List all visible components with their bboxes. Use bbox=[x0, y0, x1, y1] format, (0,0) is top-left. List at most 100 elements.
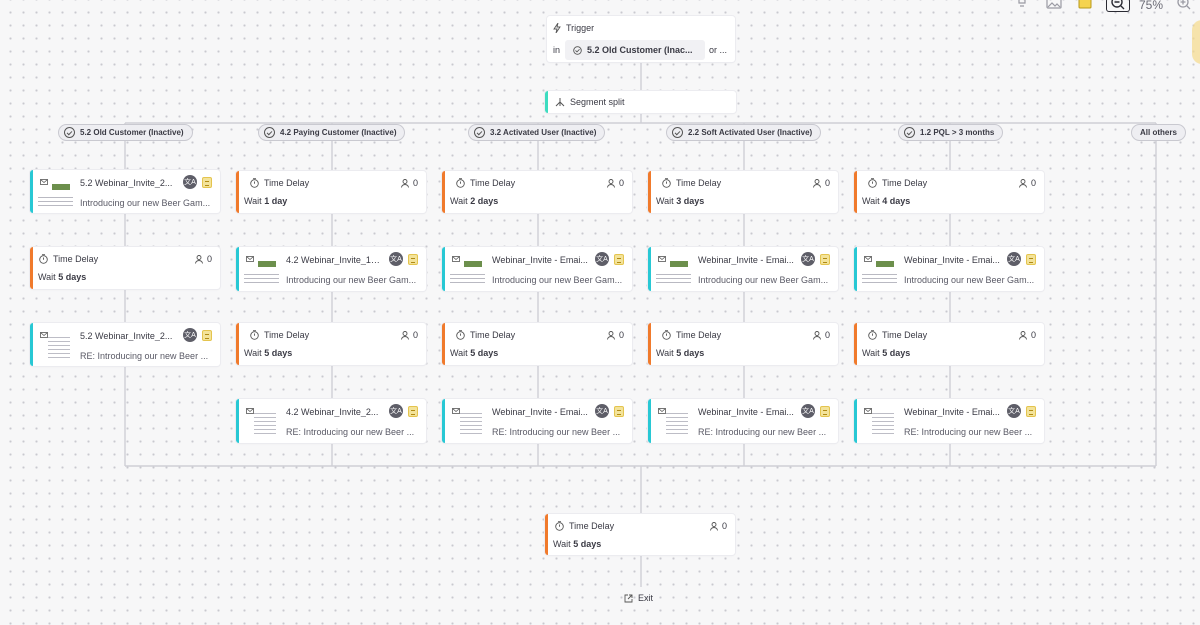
document-icon[interactable] bbox=[1026, 254, 1036, 265]
delay-title: Time Delay bbox=[53, 254, 99, 264]
zoom-out-button[interactable] bbox=[1106, 0, 1130, 12]
branch-pill-activated-user[interactable]: 3.2 Activated User (Inactive) bbox=[468, 124, 606, 141]
document-icon[interactable] bbox=[1026, 406, 1036, 417]
email-node[interactable]: 5.2 Webinar_Invite_2... RE: Introducing … bbox=[30, 323, 220, 366]
translate-icon[interactable]: 文A bbox=[389, 252, 403, 266]
segment-split-node[interactable]: Segment split bbox=[545, 91, 736, 113]
segment-icon bbox=[904, 127, 915, 138]
zoom-in-icon[interactable] bbox=[1176, 0, 1192, 11]
email-subject: RE: Introducing our new Beer ... bbox=[492, 427, 621, 437]
document-icon[interactable] bbox=[408, 254, 418, 265]
delay-header: Time Delay bbox=[39, 254, 98, 264]
document-icon[interactable] bbox=[614, 406, 624, 417]
branch-label: 2.2 Soft Activated User (Inactive) bbox=[688, 128, 813, 137]
trigger-node[interactable]: Trigger in 5.2 Old Customer (Inac... or … bbox=[547, 16, 735, 62]
translate-icon[interactable]: 文A bbox=[183, 328, 197, 342]
delay-value: 4 days bbox=[882, 196, 911, 206]
translate-icon[interactable]: 文A bbox=[1007, 252, 1021, 266]
time-delay-node[interactable]: Time Delay Wait 5 days 0 bbox=[236, 323, 426, 365]
document-icon[interactable] bbox=[614, 254, 624, 265]
time-delay-node[interactable]: Time Delay Wait 5 days 0 bbox=[30, 247, 220, 289]
email-node[interactable]: Webinar_Invite - Emai... Introducing our… bbox=[442, 247, 632, 291]
clock-icon bbox=[250, 178, 259, 188]
branch-pill-all-others[interactable]: All others bbox=[1131, 124, 1186, 141]
segment-icon bbox=[672, 127, 683, 138]
time-delay-node[interactable]: Time Delay Wait 1 day 0 bbox=[236, 171, 426, 213]
sticky-note-icon[interactable] bbox=[1078, 0, 1094, 10]
branch-pill-old-customer[interactable]: 5.2 Old Customer (Inactive) bbox=[58, 124, 193, 141]
delay-title: Time Delay bbox=[470, 330, 516, 340]
time-delay-node[interactable]: Time Delay Wait 5 days 0 bbox=[648, 323, 838, 365]
email-icon bbox=[452, 408, 460, 414]
person-icon bbox=[710, 521, 718, 531]
branch-pill-paying-customer[interactable]: 4.2 Paying Customer (Inactive) bbox=[258, 124, 406, 141]
split-icon bbox=[555, 97, 565, 106]
branch-pill-pql[interactable]: 1.2 PQL > 3 months bbox=[898, 124, 1004, 141]
email-subject: Introducing our new Beer Gam... bbox=[492, 275, 623, 285]
email-node[interactable]: 5.2 Webinar_Invite_2... Introducing our … bbox=[30, 170, 220, 213]
workflow-canvas[interactable]: 75% Trigger in 5.2 Old Customer (Inac...… bbox=[0, 0, 1200, 625]
contact-count: 0 bbox=[721, 521, 727, 531]
exit-node[interactable]: Exit bbox=[624, 593, 653, 603]
trigger-segment-chip[interactable]: 5.2 Old Customer (Inac... bbox=[565, 40, 705, 60]
email-icon bbox=[864, 408, 872, 414]
email-subject: Introducing our new Beer Gam... bbox=[80, 198, 211, 208]
email-node[interactable]: 4.2 Webinar_Invite_1_... Introducing our… bbox=[236, 247, 426, 291]
trigger-or-more[interactable]: or ... bbox=[709, 45, 727, 55]
translate-icon[interactable]: 文A bbox=[183, 175, 197, 189]
bulb-icon[interactable] bbox=[1015, 0, 1031, 11]
person-icon bbox=[401, 178, 409, 188]
wait-word: Wait bbox=[450, 348, 468, 358]
final-time-delay-node[interactable]: Time Delay Wait 5 days 0 bbox=[545, 514, 735, 555]
delay-wait: Wait 1 day bbox=[244, 196, 287, 206]
email-node[interactable]: 4.2 Webinar_Invite_2... RE: Introducing … bbox=[236, 399, 426, 443]
document-icon[interactable] bbox=[408, 406, 418, 417]
email-subject: RE: Introducing our new Beer ... bbox=[80, 351, 209, 361]
email-node[interactable]: Webinar_Invite - Emai... RE: Introducing… bbox=[854, 399, 1044, 443]
translate-icon[interactable]: 文A bbox=[801, 404, 815, 418]
side-panel-handle[interactable] bbox=[1192, 20, 1200, 64]
delay-title: Time Delay bbox=[569, 521, 615, 531]
time-delay-node[interactable]: Time Delay Wait 5 days 0 bbox=[442, 323, 632, 365]
delay-value: 3 days bbox=[676, 196, 705, 206]
branch-label: All others bbox=[1140, 128, 1177, 137]
time-delay-node[interactable]: Time Delay Wait 4 days 0 bbox=[854, 171, 1044, 213]
image-icon[interactable] bbox=[1046, 0, 1062, 10]
wait-word: Wait bbox=[553, 539, 571, 549]
email-icon bbox=[658, 256, 666, 262]
email-subject: Introducing our new Beer Gam... bbox=[698, 275, 829, 285]
person-icon bbox=[813, 330, 821, 340]
branch-pill-soft-activated-user[interactable]: 2.2 Soft Activated User (Inactive) bbox=[666, 124, 822, 141]
contact-count: 0 bbox=[412, 330, 418, 340]
delay-count: 0 bbox=[710, 521, 727, 531]
email-node[interactable]: Webinar_Invite - Emai... RE: Introducing… bbox=[442, 399, 632, 443]
person-icon bbox=[1019, 178, 1027, 188]
branch-label: 1.2 PQL > 3 months bbox=[920, 128, 995, 137]
clock-icon bbox=[250, 330, 259, 340]
document-icon[interactable] bbox=[820, 406, 830, 417]
time-delay-node[interactable]: Time Delay Wait 3 days 0 bbox=[648, 171, 838, 213]
email-name: Webinar_Invite - Emai... bbox=[904, 407, 1000, 417]
translate-icon[interactable]: 文A bbox=[595, 404, 609, 418]
translate-icon[interactable]: 文A bbox=[801, 252, 815, 266]
wait-word: Wait bbox=[244, 348, 262, 358]
delay-wait: Wait 5 days bbox=[656, 348, 704, 358]
document-icon[interactable] bbox=[202, 330, 212, 341]
translate-icon[interactable]: 文A bbox=[389, 404, 403, 418]
delay-value: 5 days bbox=[676, 348, 705, 358]
exit-label: Exit bbox=[638, 593, 654, 603]
delay-count: 0 bbox=[607, 330, 624, 340]
translate-icon[interactable]: 文A bbox=[1007, 404, 1021, 418]
document-icon[interactable] bbox=[202, 177, 212, 188]
translate-icon[interactable]: 文A bbox=[595, 252, 609, 266]
time-delay-node[interactable]: Time Delay Wait 5 days 0 bbox=[854, 323, 1044, 365]
person-icon bbox=[813, 178, 821, 188]
email-subject: RE: Introducing our new Beer ... bbox=[904, 427, 1033, 437]
clock-icon bbox=[868, 178, 877, 188]
email-node[interactable]: Webinar_Invite - Emai... RE: Introducing… bbox=[648, 399, 838, 443]
delay-title: Time Delay bbox=[676, 178, 722, 188]
email-node[interactable]: Webinar_Invite - Emai... Introducing our… bbox=[854, 247, 1044, 291]
time-delay-node[interactable]: Time Delay Wait 2 days 0 bbox=[442, 171, 632, 213]
email-node[interactable]: Webinar_Invite - Emai... Introducing our… bbox=[648, 247, 838, 291]
document-icon[interactable] bbox=[820, 254, 830, 265]
